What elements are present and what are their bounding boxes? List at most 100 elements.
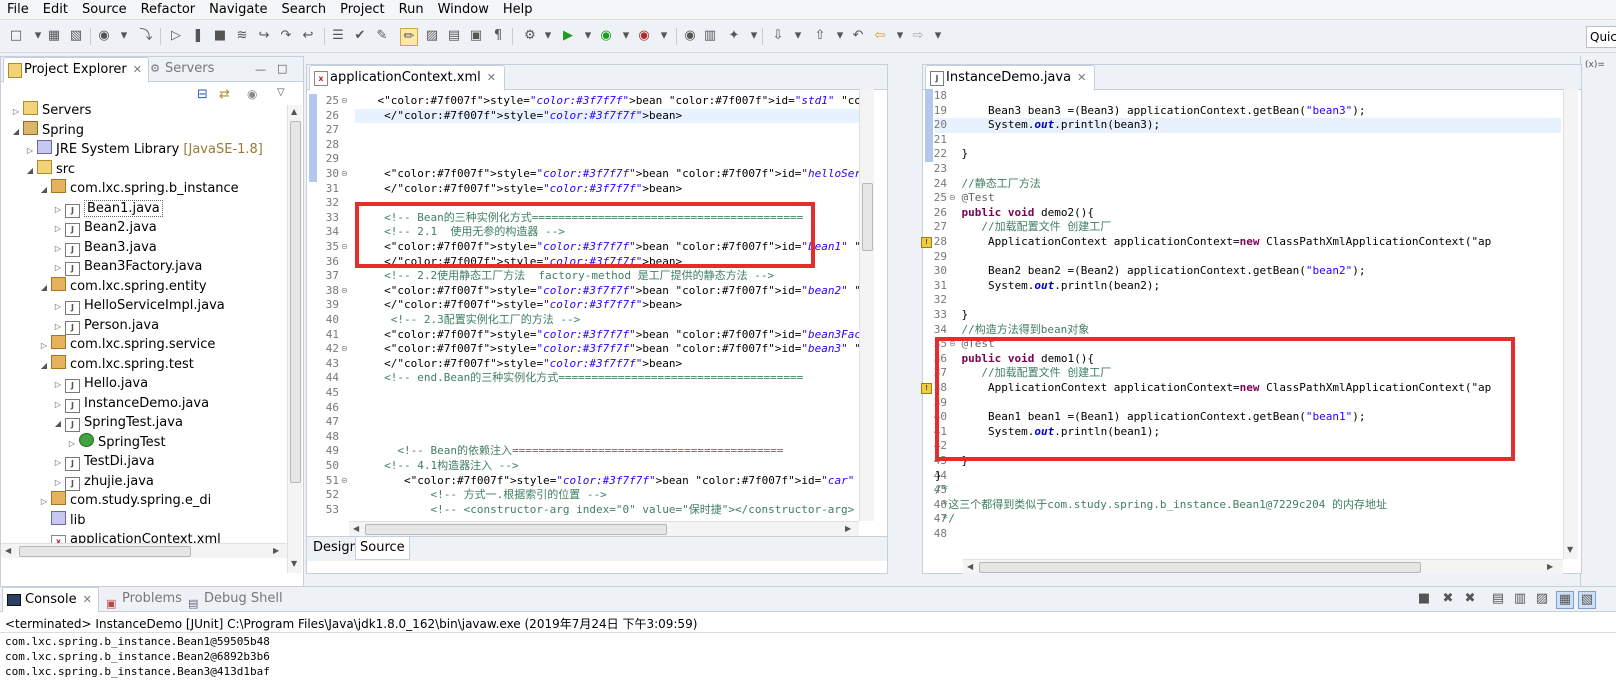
dropdown-icon[interactable]: ▾ [790, 28, 806, 44]
warning-icon[interactable]: ! [921, 383, 932, 394]
fold-icon[interactable]: ⊝ [949, 193, 956, 202]
menu-help[interactable]: Help [496, 0, 540, 19]
link-editor-icon[interactable]: ⇄ [219, 87, 230, 102]
quick-access-input[interactable]: Quic [1586, 26, 1616, 48]
prev-annotation-icon[interactable]: ⇧ [812, 28, 828, 44]
menu-search[interactable]: Search [274, 0, 333, 19]
menu-source[interactable]: Source [75, 0, 134, 19]
tree-item-src-folder[interactable]: ◢ src [25, 159, 75, 179]
step-into-icon[interactable]: ↪ [256, 28, 272, 44]
tree-item-java-file[interactable]: ▷ J Bean3Factory.java [53, 257, 202, 276]
tree-item-java-file[interactable]: ◢ J SpringTest.java [53, 413, 183, 432]
dropdown-icon[interactable]: ▾ [618, 28, 634, 44]
expand-icon[interactable]: ◢ [53, 414, 63, 433]
expand-icon[interactable]: ▷ [53, 219, 63, 238]
view-menu-icon[interactable]: ▽ [277, 87, 285, 98]
external-tools-icon[interactable]: ◉ [636, 28, 652, 44]
spellcheck-icon[interactable]: ✎ [374, 28, 390, 44]
dropdown-icon[interactable]: ▾ [832, 28, 848, 44]
word-wrap-icon[interactable]: ▣ [468, 28, 484, 44]
menu-refactor[interactable]: Refactor [134, 0, 203, 19]
toggle-mark-icon[interactable]: ✔ [352, 28, 368, 44]
warning-icon[interactable]: ! [921, 237, 932, 248]
remove-all-icon[interactable]: ✖ [1462, 591, 1478, 607]
tab-problems[interactable]: ▣ Problems [104, 587, 182, 611]
dropdown-icon[interactable]: ▾ [892, 28, 908, 44]
tree-item-package[interactable]: ◢ com.lxc.spring.entity [39, 276, 207, 297]
expand-icon[interactable]: ▷ [67, 434, 77, 453]
tree-item-java-file[interactable]: ▷ J Hello.java [53, 374, 148, 393]
minimize-icon[interactable]: — [255, 63, 266, 76]
tab-servers[interactable]: ⚙ Servers [145, 57, 214, 81]
close-icon[interactable]: ✕ [487, 71, 496, 84]
expand-icon[interactable]: ▷ [53, 297, 63, 316]
dropdown-icon[interactable]: ▾ [580, 28, 596, 44]
dropdown-icon[interactable]: ▾ [746, 28, 762, 44]
tab-application-context-xml[interactable]: x applicationContext.xml ✕ [309, 65, 505, 91]
close-icon[interactable]: ✕ [83, 593, 92, 606]
expand-icon[interactable]: ▷ [53, 200, 63, 219]
scroll-thumb[interactable] [862, 183, 873, 251]
skip-breakpoints-icon[interactable]: ⤵ [138, 28, 154, 44]
account-icon[interactable]: ◉ [96, 28, 112, 44]
expand-icon[interactable]: ▷ [25, 141, 35, 160]
scroll-thumb[interactable] [19, 546, 191, 557]
suspend-icon[interactable]: ❚ [190, 28, 206, 44]
tree-item-class-node[interactable]: ▷ SpringTest [67, 432, 166, 453]
tab-source[interactable]: Source [355, 537, 410, 560]
tree-item-spring-project[interactable]: ◢ Spring [11, 120, 84, 140]
tree-item-package[interactable]: ▷ com.lxc.spring.service [39, 335, 215, 354]
tab-instance-demo-java[interactable]: J InstanceDemo.java ✕ [925, 65, 1096, 91]
tree-item-java-file[interactable]: ▷ Jzhujie.java [53, 472, 154, 491]
expand-icon[interactable]: ▷ [53, 473, 63, 492]
expand-icon[interactable]: ◢ [39, 180, 49, 199]
expand-icon[interactable]: ▷ [53, 258, 63, 277]
expand-icon[interactable]: ◢ [39, 356, 49, 375]
save-icon[interactable]: ▦ [46, 28, 62, 44]
coverage-icon[interactable]: ◉ [598, 28, 614, 44]
dropdown-icon[interactable]: ▾ [116, 28, 132, 44]
new-icon[interactable]: □ [8, 28, 24, 44]
display-console-icon[interactable]: ▧ [1578, 591, 1596, 609]
pilcrow-icon[interactable]: ¶ [490, 28, 506, 44]
fold-icon[interactable]: ⊝ [341, 344, 348, 353]
resume-icon[interactable]: ▷ [168, 28, 184, 44]
next-annotation-icon[interactable]: ⇩ [770, 28, 786, 44]
back-icon[interactable]: ⇦ [872, 28, 888, 44]
xml-horizontal-scrollbar[interactable]: ◀ ▶ [349, 521, 859, 536]
tree-item-java-file[interactable]: ▷ J HelloServiceImpl.java [53, 296, 225, 315]
tab-debug-shell[interactable]: ▤ Debug Shell [186, 587, 283, 611]
tree-item-lib-folder[interactable]: lib [39, 510, 85, 530]
forward-icon[interactable]: ⇨ [910, 28, 926, 44]
scroll-thumb[interactable] [979, 562, 1421, 573]
dropdown-icon[interactable]: ▾ [930, 28, 946, 44]
expand-icon[interactable]: ▷ [39, 492, 49, 511]
menu-navigate[interactable]: Navigate [202, 0, 274, 19]
step-return-icon[interactable]: ↩ [300, 28, 316, 44]
show-whitespace-icon[interactable]: ▤ [446, 28, 462, 44]
search-icon[interactable]: ✦ [726, 28, 742, 44]
variables-view-label[interactable]: (x)= [1585, 60, 1605, 70]
tab-project-explorer[interactable]: Project Explorer ✕ [3, 57, 149, 83]
expand-icon[interactable]: ▷ [11, 102, 21, 121]
xml-vertical-scrollbar[interactable] [859, 89, 874, 521]
last-edit-icon[interactable]: ↶ [850, 28, 866, 44]
expand-icon[interactable]: ◢ [39, 278, 49, 297]
tree-item-package[interactable]: ▷ com.study.spring.e_di [39, 491, 211, 510]
tree-item-java-file[interactable]: ▷ J TestDi.java [53, 452, 155, 471]
menu-window[interactable]: Window [431, 0, 496, 19]
open-task-icon[interactable]: ☰ [330, 28, 346, 44]
fold-icon[interactable]: ⊝ [341, 476, 348, 485]
expand-icon[interactable]: ▷ [53, 317, 63, 336]
scroll-lock-icon[interactable]: ▥ [1512, 591, 1528, 607]
fold-icon[interactable]: ⊝ [341, 96, 348, 105]
dropdown-icon[interactable]: ▾ [656, 28, 672, 44]
expand-icon[interactable]: ▷ [53, 395, 63, 414]
step-over-icon[interactable]: ↷ [278, 28, 294, 44]
open-folder-icon[interactable]: ▥ [702, 28, 718, 44]
tree-item-java-file[interactable]: ▷ J Person.java [53, 316, 159, 335]
scroll-thumb[interactable] [365, 524, 667, 535]
filter-icon[interactable]: ◉ [247, 87, 257, 101]
expand-icon[interactable]: ▷ [39, 336, 49, 355]
maximize-icon[interactable]: □ [277, 62, 287, 75]
